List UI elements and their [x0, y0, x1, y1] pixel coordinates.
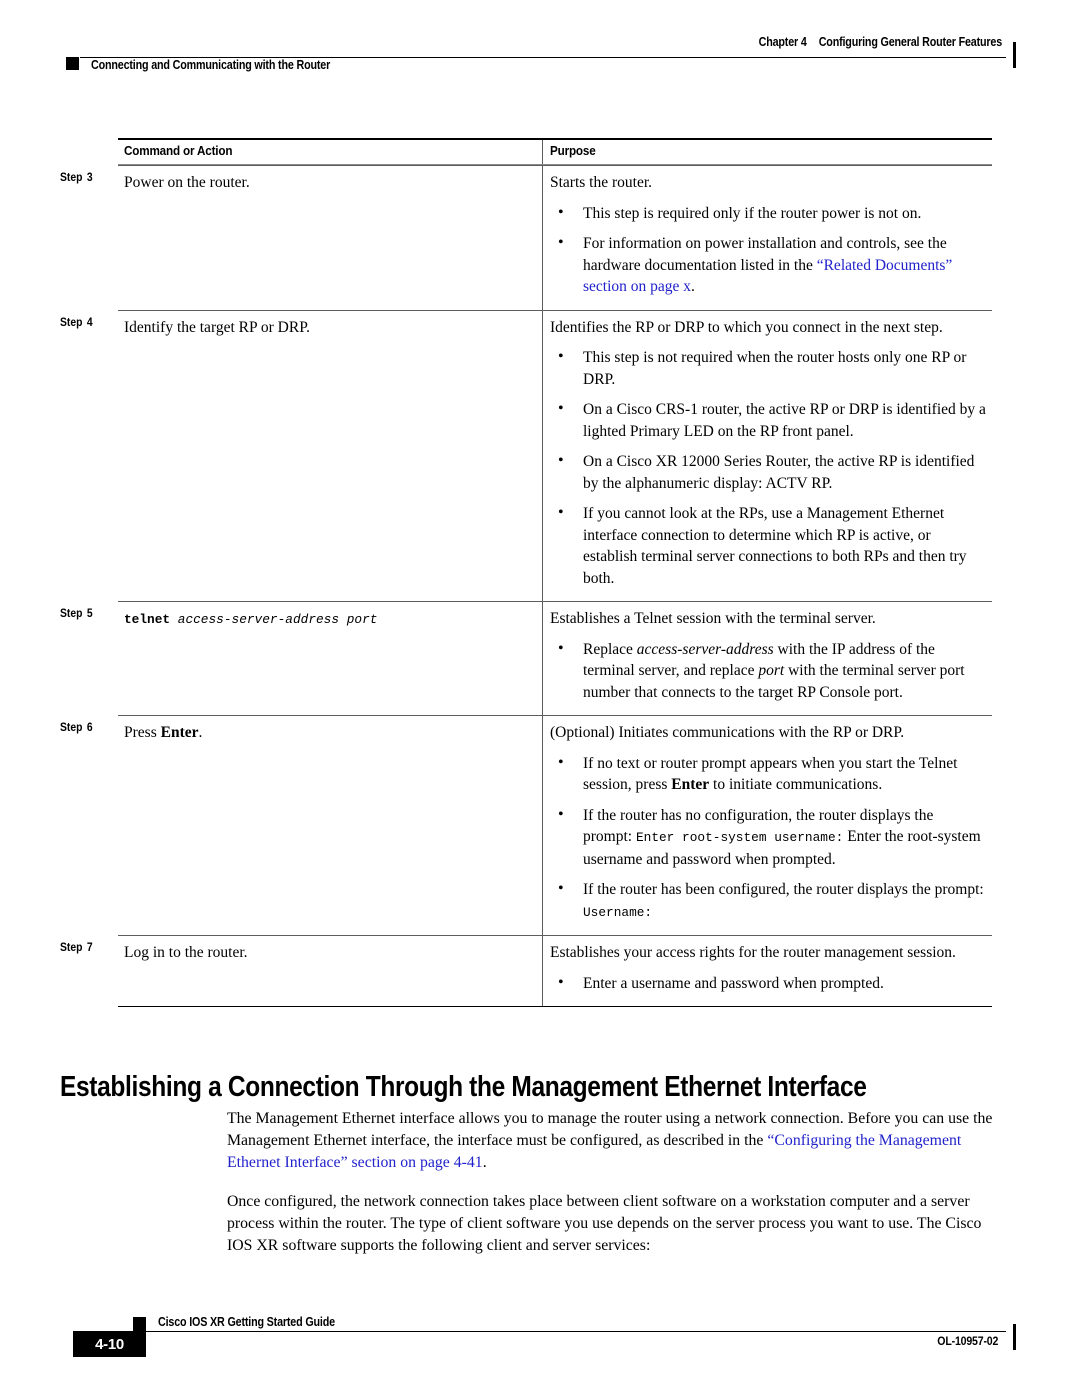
list-item: • On a Cisco CRS-1 router, the active RP …	[558, 400, 986, 440]
list-item: • Replace access-server-address with the …	[558, 639, 965, 701]
cell-purpose-4: Identifies the RP or DRP to which you co…	[542, 310, 992, 601]
cell-command-3: Power on the router.	[124, 174, 250, 191]
purpose-bullet-list-7: • Enter a username and password when prom…	[550, 973, 986, 995]
table-row: Step 7 Log in to the router. Establishes …	[60, 935, 992, 1006]
step-label-6: Step 6	[60, 722, 93, 734]
cell-command-6: Press Enter.	[124, 724, 203, 741]
page-footer: Cisco IOS XR Getting Started Guide 4-10 …	[60, 1302, 1020, 1362]
column-header-command: Command or Action	[124, 143, 233, 158]
table-header-step-spacer	[60, 138, 112, 145]
cli-keyword: telnet	[124, 612, 171, 627]
list-item: • If the router has been configured, the …	[558, 880, 984, 920]
bullet-icon: •	[558, 805, 564, 823]
list-item: • On a Cisco XR 12000 Series Router, the …	[558, 452, 975, 492]
table-row: Step 6 Press Enter. (Optional) Initiates …	[60, 715, 992, 935]
bullet-icon: •	[558, 348, 564, 365]
list-item: • For information on power installation a…	[558, 234, 953, 295]
header-chapter-info: Chapter 4 Configuring General Router Feat…	[758, 35, 1003, 49]
header-square-marker-icon	[66, 57, 79, 70]
list-item: • If you cannot look at the RPs, use a Ma…	[558, 504, 967, 587]
bullet-icon: •	[558, 234, 564, 251]
cell-command-7: Log in to the router.	[124, 944, 248, 961]
header-edge-tick	[1012, 42, 1016, 68]
step-label-7: Step 7	[60, 942, 93, 954]
purpose-bullet-list-6: • If no text or router prompt appears whe…	[550, 753, 986, 924]
procedure-table: Command or Action Purpose Step 3 Power on…	[60, 138, 992, 1007]
step-label-5: Step 5	[60, 608, 93, 620]
bullet-icon: •	[558, 753, 564, 771]
cell-command-5: telnet access-server-address port	[118, 602, 542, 715]
bullet-icon: •	[558, 400, 564, 417]
bullet-icon: •	[558, 452, 564, 469]
footer-rule	[140, 1331, 1006, 1333]
cli-argument: access-server-address port	[177, 612, 378, 627]
cell-purpose-3: Starts the router. • This step is require…	[542, 166, 992, 310]
column-header-purpose: Purpose	[542, 140, 992, 164]
table-row: Step 3 Power on the router. Starts the ro…	[60, 165, 992, 310]
table-header-row: Command or Action Purpose	[60, 138, 992, 164]
list-item: • If no text or router prompt appears whe…	[558, 753, 958, 794]
footer-edge-tick	[1012, 1324, 1016, 1350]
table-row: Step 4 Identify the target RP or DRP. Ide…	[60, 309, 992, 601]
paragraph-1: The Management Ethernet interface allows…	[227, 1110, 993, 1171]
purpose-bullet-list-3: • This step is required only if the route…	[550, 203, 986, 298]
router-prompt-text: Enter root-system username:	[635, 830, 844, 845]
router-prompt-text: Username:	[583, 904, 653, 920]
key-name: Enter	[671, 776, 710, 793]
page-header: Chapter 4 Configuring General Router Feat…	[60, 30, 1020, 86]
list-item: • If the router has no configuration, the…	[558, 805, 981, 868]
footer-square-marker-icon	[133, 1317, 146, 1331]
page-title: Establishing a Connection Through the Ma…	[60, 1071, 867, 1104]
bullet-icon: •	[558, 880, 564, 897]
cell-purpose-6: (Optional) Initiates communications with…	[542, 716, 992, 935]
cell-purpose-7: Establishes your access rights for the r…	[542, 936, 992, 1006]
table-bottom-rule	[118, 1006, 992, 1007]
list-item: • Enter a username and password when prom…	[558, 973, 884, 992]
step-label-3: Step 3	[60, 172, 93, 184]
bullet-icon: •	[558, 203, 564, 221]
cell-purpose-5: Establishes a Telnet session with the te…	[542, 602, 992, 715]
key-name: Enter	[160, 724, 199, 741]
header-section-title: Connecting and Communicating with the Ro…	[91, 58, 331, 72]
section-body: The Management Ethernet interface allows…	[227, 1108, 997, 1257]
cell-command-4: Identify the target RP or DRP.	[124, 318, 310, 336]
header-chapter-number: Chapter 4	[758, 35, 807, 49]
table-row: Step 5 telnet access-server-address port …	[60, 601, 992, 715]
footer-document-id: OL-10957-02	[937, 1334, 998, 1348]
bullet-icon: •	[558, 639, 564, 657]
step-label-4: Step 4	[60, 316, 93, 329]
footer-guide-title: Cisco IOS XR Getting Started Guide	[158, 1315, 335, 1329]
paragraph-2: Once configured, the network connection …	[227, 1193, 982, 1254]
purpose-bullet-list-4: • This step is not required when the rout…	[550, 347, 986, 589]
list-item: • This step is not required when the rout…	[558, 348, 967, 388]
bullet-icon: •	[558, 504, 564, 521]
cli-command-syntax: telnet access-server-address port	[124, 608, 532, 631]
list-item: • This step is required only if the route…	[558, 203, 922, 222]
header-chapter-title: Configuring General Router Features	[818, 35, 1002, 49]
bullet-icon: •	[558, 973, 564, 991]
page-number-badge: 4-10	[73, 1331, 146, 1357]
purpose-bullet-list-5: • Replace access-server-address with the …	[550, 639, 986, 704]
